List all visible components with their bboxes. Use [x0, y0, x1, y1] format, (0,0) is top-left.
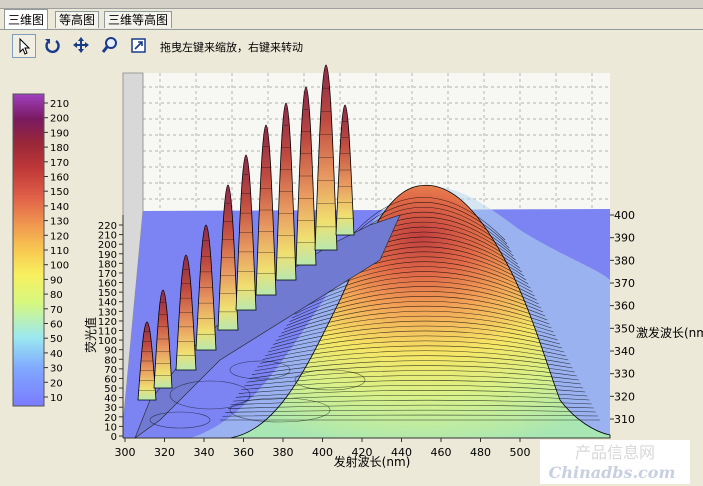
x-axis-ticks: 300 320 340 360 380 400 420 440 460 480 500	[115, 438, 531, 459]
surface-plot[interactable]: 2102001901801701601501401301201101009080…	[0, 0, 703, 486]
colorbar-tick-label: 120	[50, 231, 69, 242]
watermark-line1: 产品信息网	[575, 443, 655, 462]
x-tick-label: 380	[273, 446, 294, 459]
colorbar	[12, 93, 45, 407]
colorbar-tick-label: 10	[50, 393, 63, 404]
y-tick-label: 310	[614, 413, 635, 426]
y-tick-label: 350	[614, 322, 635, 335]
y-axis-label: 激发波长(nm)	[636, 325, 703, 340]
colorbar-tick-label: 80	[50, 290, 63, 301]
x-axis-label: 发射波长(nm)	[334, 454, 411, 469]
x-tick-label: 460	[431, 446, 452, 459]
colorbar-tick-label: 60	[50, 320, 63, 331]
y-tick-label: 370	[614, 277, 635, 290]
y-tick-label: 330	[614, 368, 635, 381]
x-tick-label: 360	[233, 446, 254, 459]
colorbar-tick-label: 190	[50, 128, 69, 139]
watermark-line2: Chinadbs.com	[549, 463, 676, 482]
z-axis-label: 荧光值	[83, 317, 98, 353]
y-tick-label: 320	[614, 390, 635, 403]
colorbar-tick-label: 170	[50, 158, 69, 169]
colorbar-ticks: 210 200 190 180 170 160 150 140 130 120 110 100 90 80…	[44, 99, 69, 404]
z-tick-label: 0	[111, 432, 117, 443]
colorbar-tick-label: 30	[50, 364, 63, 375]
x-tick-label: 300	[115, 446, 136, 459]
y-tick-label: 400	[614, 209, 635, 222]
y-tick-label: 360	[614, 300, 635, 313]
colorbar-tick-label: 130	[50, 217, 69, 228]
colorbar-tick-label: 90	[50, 275, 63, 286]
x-tick-label: 340	[194, 446, 215, 459]
colorbar-tick-label: 70	[50, 305, 63, 316]
x-tick-label: 320	[154, 446, 175, 459]
y-axis-ticks: 400 390 380 370 360 350 340 330 320 310	[610, 209, 635, 426]
colorbar-tick-label: 140	[50, 202, 69, 213]
colorbar-tick-label: 100	[50, 261, 69, 272]
y-tick-label: 380	[614, 254, 635, 267]
colorbar-tick-label: 160	[50, 173, 69, 184]
colorbar-tick-label: 40	[50, 349, 63, 360]
colorbar-tick-label: 200	[50, 114, 69, 125]
x-tick-label: 480	[470, 446, 491, 459]
x-tick-label: 500	[510, 446, 531, 459]
colorbar-tick-label: 180	[50, 143, 69, 154]
z-axis-ticks: 2202102001901801701601501401301201101009…	[98, 221, 123, 443]
colorbar-tick-label: 50	[50, 334, 63, 345]
colorbar-tick-label: 20	[50, 378, 63, 389]
x-tick-label: 400	[312, 446, 333, 459]
y-tick-label: 340	[614, 345, 635, 358]
colorbar-tick-label: 110	[50, 246, 69, 257]
colorbar-tick-label: 210	[50, 99, 69, 110]
y-tick-label: 390	[614, 232, 635, 245]
colorbar-tick-label: 150	[50, 187, 69, 198]
